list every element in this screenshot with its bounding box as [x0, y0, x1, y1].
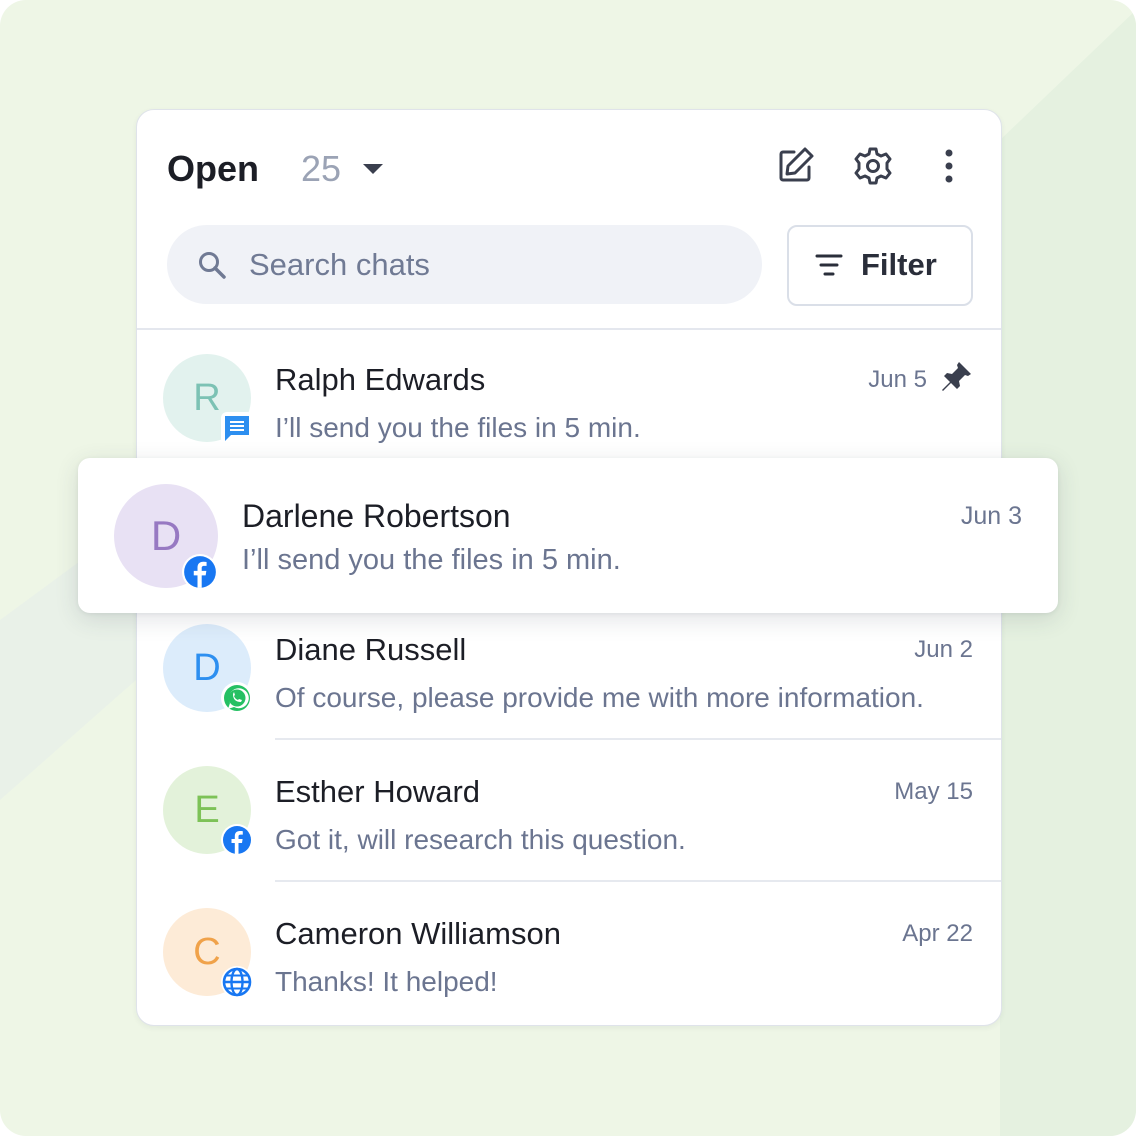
chat-row-diane-russell[interactable]: D Diane Russell Of course, please provid…: [137, 600, 1001, 740]
contact-name: Darlene Robertson: [242, 498, 511, 534]
message-date: Jun 2: [914, 636, 973, 663]
avatar-initial: E: [194, 788, 220, 831]
last-message: I’ll send you the files in 5 min.: [242, 544, 621, 576]
channel-badge: [221, 412, 253, 444]
message-date: Jun 5: [868, 366, 927, 393]
facebook-icon: [223, 826, 251, 854]
contact-name: Diane Russell: [275, 632, 467, 667]
contact-name: Ralph Edwards: [275, 362, 486, 397]
message-date: Jun 3: [960, 502, 1022, 530]
filter-icon: [815, 254, 843, 276]
more-vertical-icon: [945, 149, 953, 183]
filter-label: Filter: [861, 247, 937, 282]
search-input[interactable]: [247, 239, 741, 291]
canvas: Open 25 Search chats Filter R Ralph Edwa…: [0, 0, 1136, 1136]
channel-badge: [221, 966, 253, 998]
panel-header: Open 25: [167, 146, 967, 206]
chevron-down-icon[interactable]: [363, 164, 383, 174]
last-message: Thanks! It helped!: [275, 966, 498, 997]
channel-badge: [221, 682, 253, 714]
chat-count: 25: [301, 148, 342, 189]
pin-icon: [942, 362, 971, 391]
chat-row-darlene-robertson[interactable]: D Darlene Robertson I’ll send you the fi…: [78, 458, 1058, 613]
globe-icon: [222, 967, 252, 997]
channel-badge: [182, 554, 218, 590]
filter-button[interactable]: Filter: [787, 225, 973, 306]
chat-icon: [225, 416, 249, 441]
divider: [275, 738, 1001, 740]
avatar-initial: D: [193, 646, 221, 689]
chat-row-cameron-williamson[interactable]: C Cameron Williamson Thanks! It helped! …: [137, 884, 1001, 1024]
contact-name: Esther Howard: [275, 774, 481, 809]
channel-badge: [221, 824, 253, 856]
more-options-button[interactable]: [925, 142, 973, 190]
edit-icon: [779, 147, 814, 182]
facebook-icon: [184, 556, 216, 588]
gear-icon: [854, 147, 892, 185]
page-title: Open: [167, 148, 260, 189]
last-message: Of course, please provide me with more i…: [275, 682, 924, 713]
compose-button[interactable]: [771, 142, 819, 190]
avatar-initial: D: [150, 512, 182, 559]
search-icon: [199, 252, 226, 279]
message-date: Apr 22: [902, 920, 973, 947]
search-bar: [167, 225, 762, 304]
divider: [275, 880, 1001, 882]
chat-row-esther-howard[interactable]: E Esther Howard Got it, will research th…: [137, 742, 1001, 882]
avatar-initial: C: [193, 930, 221, 973]
contact-name: Cameron Williamson: [275, 916, 561, 951]
whatsapp-icon: [224, 685, 250, 711]
settings-button[interactable]: [849, 142, 897, 190]
avatar-initial: R: [193, 376, 221, 419]
last-message: Got it, will research this question.: [275, 824, 686, 855]
message-date: May 15: [894, 778, 973, 805]
last-message: I’ll send you the files in 5 min.: [275, 412, 641, 443]
chat-row-ralph-edwards[interactable]: R Ralph Edwards I’ll send you the files …: [137, 330, 1001, 470]
